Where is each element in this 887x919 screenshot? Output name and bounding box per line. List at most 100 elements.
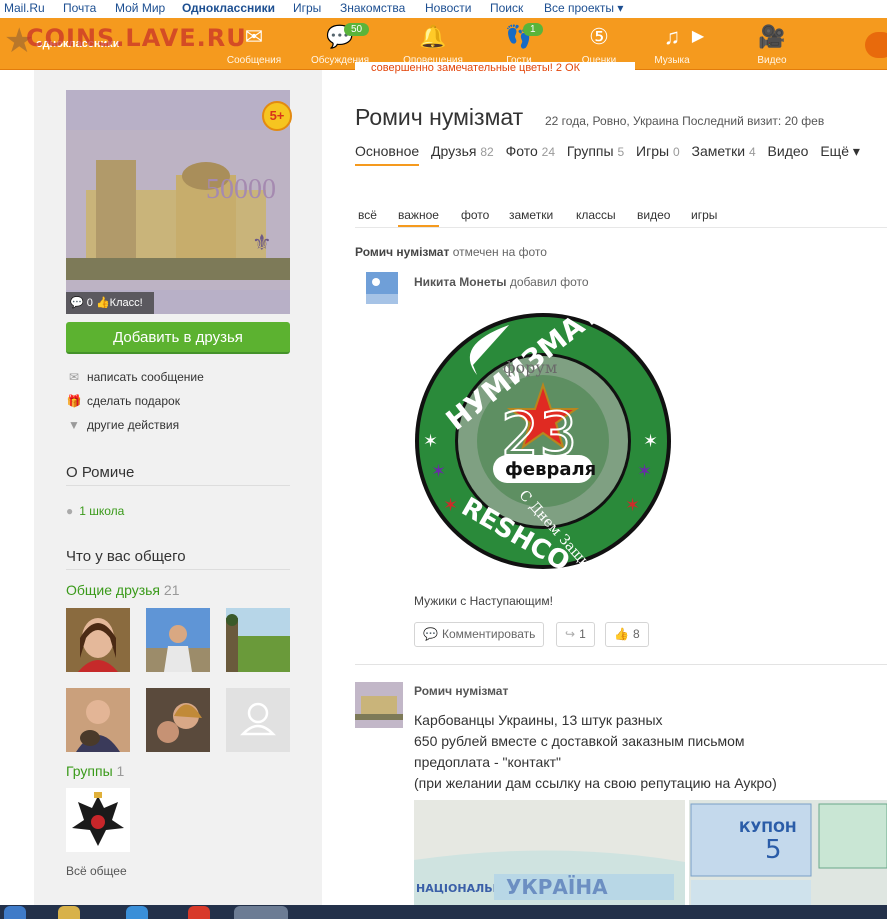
portal-link-search[interactable]: Поиск <box>490 1 523 15</box>
post-text-line: предоплата - "контакт" <box>414 754 561 770</box>
guests-badge: 1 <box>523 23 543 36</box>
about-title: О Ромиче <box>66 464 290 486</box>
gift-icon: 🎁 <box>66 394 82 408</box>
subtab-important[interactable]: важное <box>398 208 439 227</box>
toolbar-messages[interactable]: ✉ Сообщения <box>222 24 286 66</box>
avatar-class-label[interactable]: Класс! <box>110 297 143 309</box>
tab-groups[interactable]: Группы 5 <box>567 143 624 159</box>
start-button-icon[interactable] <box>4 906 26 919</box>
tab-label: Игры <box>636 143 670 159</box>
portal-link-dating[interactable]: Знакомства <box>340 1 405 15</box>
common-friends-link[interactable]: Общие друзья 21 <box>66 582 179 598</box>
action-label: другие действия <box>87 418 180 432</box>
toolbar-search-toggle[interactable] <box>865 32 887 58</box>
portal-link-myworld[interactable]: Мой Мир <box>115 1 165 15</box>
star-icon: ✶ <box>423 431 438 451</box>
friend-avatar[interactable] <box>146 608 210 672</box>
share-count: 1 <box>579 627 586 641</box>
opera-icon[interactable] <box>188 906 210 919</box>
tab-friends[interactable]: Друзья 82 <box>431 143 494 159</box>
friend-photo <box>66 608 130 672</box>
post-author-name[interactable]: Никита Монеты <box>414 275 507 289</box>
feed-header-name[interactable]: Ромич нумізмат <box>355 245 449 259</box>
tab-main[interactable]: Основное <box>355 143 420 166</box>
profile-avatar[interactable]: 50000 ⚜ <box>66 90 290 314</box>
profile-meta: 22 года, Ровно, Украина Последний визит:… <box>545 114 825 128</box>
subtab-all[interactable]: всё <box>358 208 377 222</box>
friend-avatar[interactable] <box>146 688 210 752</box>
portal-bar: Mail.Ru Почта Мой Мир Одноклассники Игры… <box>0 0 887 18</box>
portal-link-mailru[interactable]: Mail.Ru <box>4 1 45 15</box>
portal-link-all-projects[interactable]: Все проекты ▾ <box>544 1 623 15</box>
toolbar-discussions[interactable]: 💬 50 Обсуждения <box>308 23 372 66</box>
toolbar-guests[interactable]: 👣 1 Гости <box>487 23 551 66</box>
post-text-line: Карбованцы Украины, 13 штук разных <box>414 712 663 728</box>
like-icon: 👍 <box>614 627 629 641</box>
school-link[interactable]: ● 1 школа <box>66 504 124 518</box>
subtab-classes[interactable]: классы <box>576 208 616 222</box>
portal-link-mail[interactable]: Почта <box>63 1 96 15</box>
like-icon[interactable]: 👍 <box>96 297 110 309</box>
envelope-icon: ✉ <box>68 370 80 384</box>
post-author-avatar[interactable] <box>366 272 398 304</box>
toolbar-video[interactable]: 🎥 Видео <box>740 24 804 66</box>
tab-more[interactable]: Ещё ▾ <box>820 143 860 159</box>
toolbar-label: Музыка <box>654 55 690 66</box>
friend-avatar[interactable] <box>66 688 130 752</box>
action-more[interactable]: ▼ другие действия <box>66 417 179 433</box>
class-count: 8 <box>632 627 640 641</box>
post-photo[interactable]: НАЦІОНАЛЬНИЙ БАНК УКРАЇНИ УКРАЇНА <box>414 800 685 910</box>
discussions-badge: 50 <box>344 23 370 36</box>
groups-link[interactable]: Группы 1 <box>66 763 124 779</box>
friend-avatar[interactable] <box>66 608 130 672</box>
tab-video[interactable]: Видео <box>768 143 809 159</box>
class-button[interactable]: 👍 8 <box>605 622 649 647</box>
toolbar-notifications[interactable]: 🔔 Оповещения <box>401 24 465 66</box>
portal-link-news[interactable]: Новости <box>425 1 471 15</box>
post-text-line: 650 рублей вместе с доставкой заказным п… <box>414 733 745 749</box>
coupons-photo: КУПОН 5 <box>689 800 887 910</box>
subtab-photo[interactable]: фото <box>461 208 489 222</box>
star-icon: ✶ <box>431 461 446 481</box>
action-gift[interactable]: 🎁 сделать подарок <box>66 393 180 409</box>
tab-photos[interactable]: Фото 24 <box>506 143 555 159</box>
bell-icon: 🔔 <box>419 24 447 49</box>
toolbar-ratings[interactable]: ⑤ Оценки <box>567 24 631 66</box>
action-send-message[interactable]: ✉ написать сообщение <box>66 369 204 385</box>
watermark: COINS.LAVE.RU <box>26 24 247 52</box>
double-eagle-icon <box>72 792 124 846</box>
numismatics-forum-badge[interactable]: НУМИЗМАТИКА форум 23 февраля С Днем Защи… <box>413 305 675 581</box>
post-author-avatar[interactable] <box>355 682 403 728</box>
friend-avatar[interactable] <box>226 608 290 672</box>
action-label: сделать подарок <box>87 394 180 408</box>
subtab-notes[interactable]: заметки <box>509 208 553 222</box>
svg-text:⚜: ⚜ <box>252 231 272 256</box>
tab-count: 24 <box>541 145 556 159</box>
all-common-link[interactable]: Всё общее <box>66 864 127 878</box>
portal-link-games[interactable]: Игры <box>293 1 321 15</box>
tab-games[interactable]: Игры 0 <box>636 143 680 159</box>
comment-label: Комментировать <box>441 627 536 641</box>
explorer-icon[interactable] <box>58 906 80 919</box>
friend-avatar-placeholder[interactable] <box>226 688 290 752</box>
tab-notes[interactable]: Заметки 4 <box>692 143 756 159</box>
share-button[interactable]: ↪ 1 <box>556 622 595 647</box>
toolbar-label: Видео <box>757 55 787 66</box>
group-avatar[interactable] <box>66 788 130 852</box>
firefox-task-icon[interactable] <box>234 906 288 919</box>
ie-icon[interactable] <box>126 906 148 919</box>
post-photo[interactable]: КУПОН 5 <box>689 800 887 910</box>
toolbar-play[interactable]: ▶ <box>678 24 718 50</box>
gift-notice[interactable]: совершенно замечательные цветы! 2 ОК <box>355 62 635 76</box>
subtab-video[interactable]: видео <box>637 208 670 222</box>
feed-filter-tabs: всё важное фото заметки классы видео игр… <box>355 208 887 228</box>
subtab-games[interactable]: игры <box>691 208 717 222</box>
add-friend-button[interactable]: Добавить в друзья <box>66 322 290 354</box>
comment-icon[interactable]: 💬 <box>70 297 84 309</box>
portal-link-ok[interactable]: Одноклассники <box>182 1 275 15</box>
groups-label: Группы <box>66 763 113 779</box>
star-icon: ✶ <box>637 461 652 481</box>
gift-notice-text: совершенно замечательные цветы! 2 ОК <box>371 62 580 74</box>
post-author-name[interactable]: Ромич нумізмат <box>414 684 508 698</box>
comment-button[interactable]: 💬 Комментировать <box>414 622 545 647</box>
